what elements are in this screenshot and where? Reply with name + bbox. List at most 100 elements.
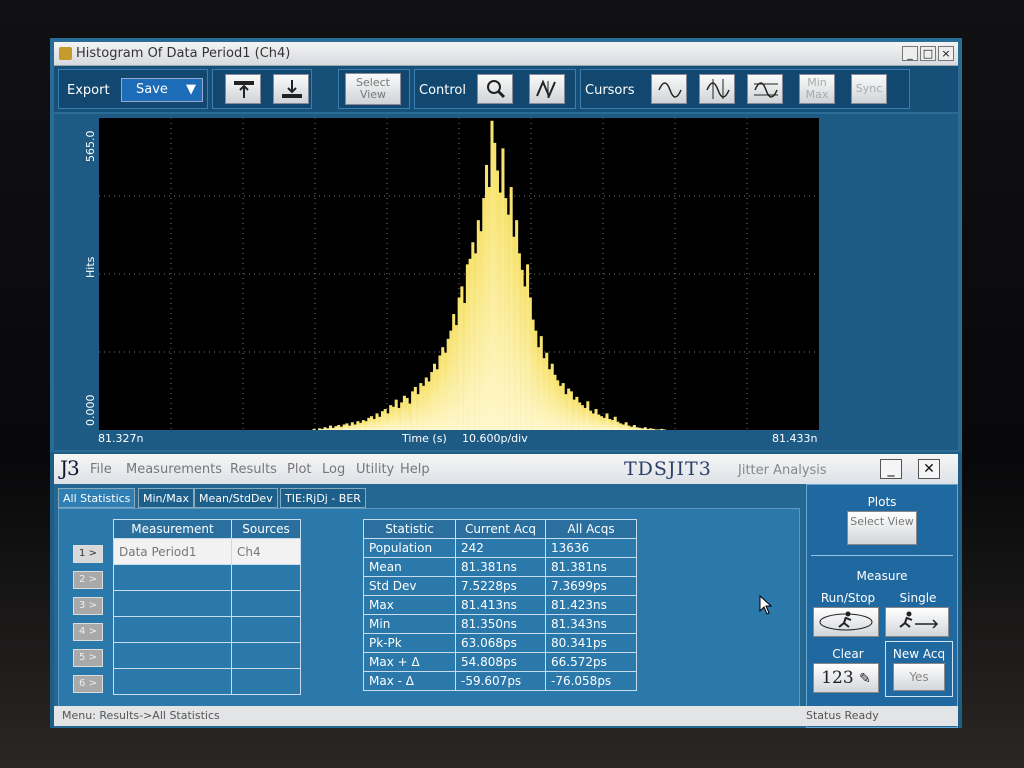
table-row[interactable]: Data Period1 Ch4 — [113, 538, 301, 565]
waveform-control-button[interactable] — [529, 74, 565, 104]
eraser-icon: ✎ — [859, 671, 871, 687]
histogram-bar — [441, 347, 445, 430]
close-button[interactable]: × — [938, 46, 954, 61]
table-row[interactable] — [113, 616, 301, 643]
stat-all: 7.3699ps — [545, 576, 637, 596]
histogram-bar — [608, 418, 612, 430]
tab-tie-rjdj-ber[interactable]: TIE:RjDj - BER — [280, 488, 366, 508]
all-statistics-panel: 1 > 2 > 3 > 4 > 5 > 6 > Measurement Sour… — [58, 508, 800, 708]
histogram-bar — [438, 355, 442, 430]
table-cell — [231, 616, 301, 643]
plots-select-view-button[interactable]: Select View — [847, 511, 917, 545]
cursor-horizontal-button[interactable] — [747, 74, 783, 104]
histogram-bar — [391, 406, 395, 430]
stat-name: Max — [363, 595, 456, 615]
row-select-button-2[interactable]: 2 > — [73, 571, 103, 589]
stat-name: Min — [363, 614, 456, 634]
histogram-bar — [517, 253, 521, 430]
column-header: Measurement — [113, 519, 232, 539]
table-row[interactable] — [113, 668, 301, 695]
stat-name: Pk-Pk — [363, 633, 456, 653]
j3-logo: J3 — [60, 456, 80, 480]
stat-name: Population — [363, 538, 456, 558]
statistics-table-header: Statistic Current Acq All Acqs — [363, 519, 637, 539]
table-row[interactable] — [113, 590, 301, 617]
histogram-bar — [649, 428, 653, 430]
histogram-bar — [430, 372, 434, 430]
histogram-bar — [339, 426, 343, 430]
minmax-button[interactable]: Min Max — [799, 74, 835, 104]
histogram-bar — [411, 391, 415, 430]
stat-all: -76.058ps — [545, 671, 637, 691]
tab-all-statistics[interactable]: All Statistics — [58, 488, 136, 508]
menu-utility[interactable]: Utility — [356, 462, 394, 477]
histogram-bar — [652, 428, 656, 430]
j3-close-button[interactable]: ✕ — [918, 459, 940, 479]
histogram-plot[interactable] — [99, 118, 819, 430]
run-stop-label: Run/Stop — [820, 591, 876, 605]
select-view-button[interactable]: Select View — [345, 73, 401, 105]
row-select-button-4[interactable]: 4 > — [73, 623, 103, 641]
histogram-bar — [638, 427, 642, 430]
histogram-bar — [312, 428, 316, 430]
histogram-bar — [572, 399, 576, 430]
tab-mean-stddev[interactable]: Mean/StdDev — [194, 488, 278, 508]
select-view-group: Select View — [338, 69, 410, 109]
histogram-bar — [619, 423, 623, 430]
histogram-bar — [370, 416, 374, 430]
menu-plot[interactable]: Plot — [287, 462, 312, 477]
stat-name: Max - Δ — [363, 671, 456, 691]
tab-min-max[interactable]: Min/Max — [138, 488, 194, 508]
save-dropdown[interactable]: Save ▼ — [121, 78, 203, 102]
export-down-button[interactable] — [273, 74, 309, 104]
histogram-bar — [359, 422, 363, 430]
menu-file[interactable]: File — [90, 462, 112, 477]
table-row[interactable] — [113, 564, 301, 591]
row-select-button-3[interactable]: 3 > — [73, 597, 103, 615]
histogram-bar — [378, 416, 382, 430]
column-header: Statistic — [363, 519, 456, 539]
histogram-bar — [367, 417, 371, 430]
histogram-bar — [482, 198, 486, 430]
histogram-bar — [408, 403, 412, 430]
menu-help[interactable]: Help — [400, 462, 430, 477]
single-button[interactable] — [885, 607, 949, 637]
stat-all: 81.381ns — [545, 557, 637, 577]
sync-button[interactable]: Sync — [851, 74, 887, 104]
magnifier-icon — [487, 80, 506, 99]
stat-current: 63.068ps — [455, 633, 546, 653]
run-stop-button[interactable] — [813, 607, 879, 637]
clear-button[interactable]: 123 ✎ — [813, 663, 879, 693]
row-select-button-1[interactable]: 1 > — [73, 545, 103, 563]
table-row: Max + Δ 54.808ps 66.572ps — [363, 652, 637, 672]
histogram-bar — [457, 297, 461, 430]
screen: Histogram Of Data Period1 (Ch4) _ □ × Ex… — [50, 38, 962, 728]
histogram-bar — [641, 428, 645, 430]
export-up-button[interactable] — [225, 74, 261, 104]
yes-button[interactable]: Yes — [893, 663, 945, 691]
table-cell: Data Period1 — [113, 538, 232, 565]
zoom-button[interactable] — [477, 74, 513, 104]
row-select-button-5[interactable]: 5 > — [73, 649, 103, 667]
minimize-button[interactable]: _ — [902, 46, 918, 61]
cursor-waveform-button[interactable] — [651, 74, 687, 104]
histogram-bar — [326, 428, 330, 430]
cursor-vertical-button[interactable] — [699, 74, 735, 104]
export-group: Export Save ▼ — [58, 69, 208, 109]
stat-current: 81.413ns — [455, 595, 546, 615]
histogram-bar — [504, 198, 508, 430]
table-cell: Ch4 — [231, 538, 301, 565]
menu-log[interactable]: Log — [322, 462, 345, 477]
table-cell — [113, 616, 232, 643]
menu-measurements[interactable]: Measurements — [126, 462, 222, 477]
j3-minimize-button[interactable]: _ — [880, 459, 902, 479]
histogram-bar — [605, 413, 609, 430]
histogram-bar — [443, 352, 447, 430]
histogram-bar — [463, 302, 467, 430]
maximize-button[interactable]: □ — [920, 46, 936, 61]
histogram-bar — [646, 428, 650, 430]
menu-results[interactable]: Results — [230, 462, 277, 477]
histogram-bar — [432, 363, 437, 430]
row-select-button-6[interactable]: 6 > — [73, 675, 103, 693]
table-row[interactable] — [113, 642, 301, 669]
